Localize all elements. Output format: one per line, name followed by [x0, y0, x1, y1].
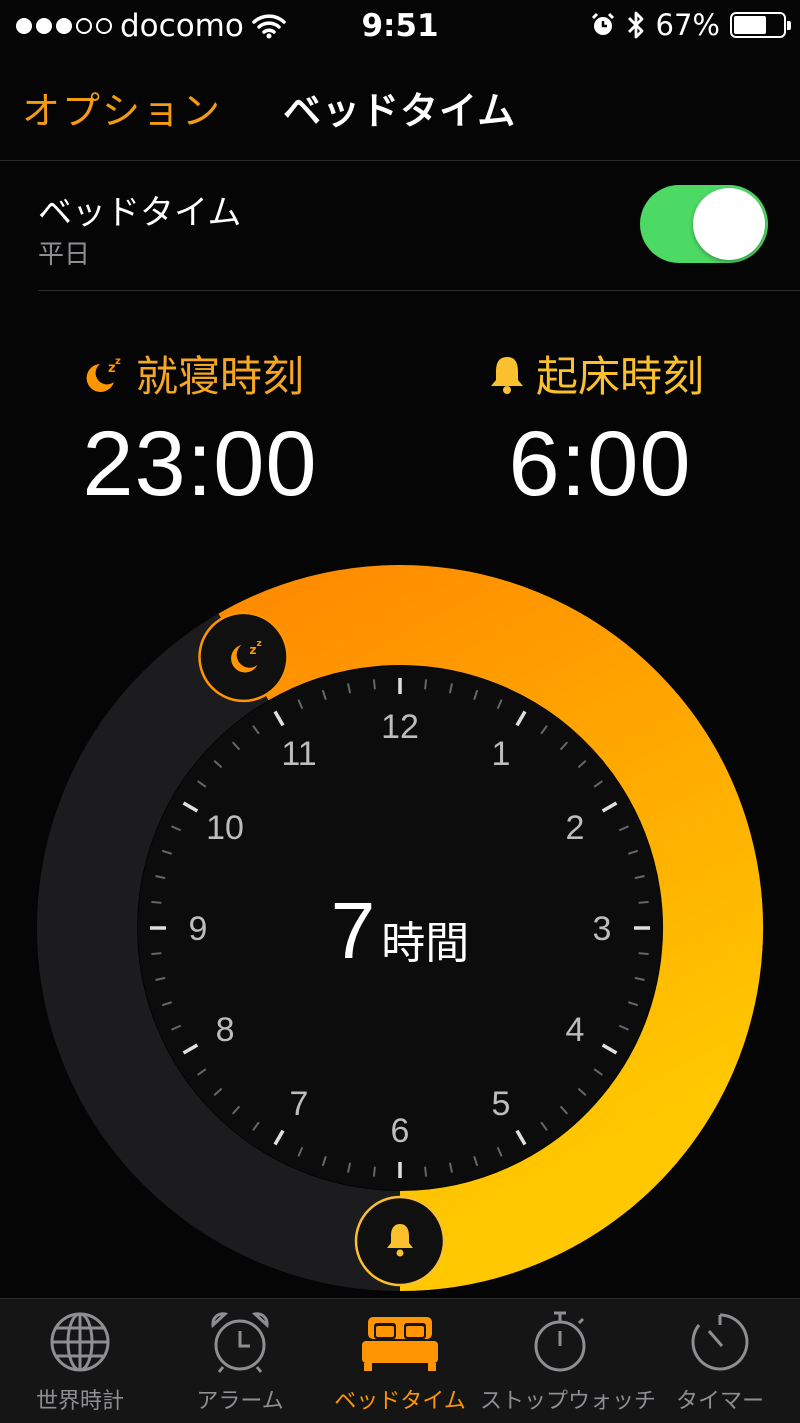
clock-number: 1: [492, 735, 511, 773]
battery-percent: 67%: [655, 8, 720, 42]
alarm-clock-icon: [211, 1312, 269, 1373]
clock-number: 4: [565, 1011, 584, 1049]
wake-handle[interactable]: [354, 1195, 446, 1287]
bedtime-value: 23:00: [82, 413, 318, 515]
bedtime-header[interactable]: z z 就寝時刻: [80, 343, 304, 404]
clock-tick-minor: [638, 952, 649, 956]
clock-number: 12: [381, 708, 419, 746]
clock-tick-minor: [151, 900, 162, 904]
timer-icon: [691, 1313, 749, 1371]
clock-number: 11: [281, 735, 316, 773]
clock-tick-minor: [372, 1166, 376, 1177]
bedtime-row-title: ベッドタイム: [38, 193, 242, 233]
globe-icon: [50, 1312, 110, 1372]
row-divider: [38, 290, 800, 291]
tab-bedtime[interactable]: ベッドタイム: [320, 1309, 480, 1415]
tab-timer[interactable]: タイマー: [640, 1309, 800, 1415]
stopwatch-icon: [534, 1311, 586, 1372]
tab-stopwatch[interactable]: ストップウォッチ: [480, 1309, 657, 1415]
clock-number: 10: [206, 809, 244, 847]
bedtime-handle[interactable]: z z: [198, 611, 289, 703]
clock-tick-minor: [424, 679, 428, 690]
duration-value: 7: [331, 886, 376, 975]
nav-divider: [0, 160, 800, 161]
clock-tick-minor: [424, 1166, 428, 1177]
tab-label: ベッドタイム: [334, 1389, 466, 1414]
clock-number: 9: [189, 910, 208, 948]
tab-alarm[interactable]: アラーム: [160, 1309, 320, 1415]
bell-icon: [491, 356, 523, 394]
tab-label: 世界時計: [35, 1389, 124, 1414]
clock-number: 8: [216, 1011, 235, 1049]
clock-tick-minor: [372, 679, 376, 690]
clock-number: 2: [565, 809, 584, 847]
bed-icon: [362, 1317, 438, 1371]
wake-value: 6:00: [508, 413, 692, 515]
bedtime-label: 就寝時刻: [136, 352, 305, 401]
bedtime-toggle[interactable]: [640, 185, 768, 263]
svg-text:z: z: [115, 356, 121, 367]
alarm-clock-icon: [591, 12, 614, 35]
tab-label: ストップウォッチ: [480, 1389, 657, 1414]
wake-header[interactable]: 起床時刻: [486, 343, 704, 404]
options-button[interactable]: オプション: [22, 80, 222, 135]
clock-tick-minor: [151, 952, 162, 956]
clock-number: 6: [391, 1112, 410, 1150]
clock-number: 5: [492, 1085, 511, 1123]
svg-text:z: z: [257, 639, 262, 649]
wake-label: 起床時刻: [536, 352, 705, 401]
clock-number: 3: [593, 910, 612, 948]
svg-text:z: z: [250, 643, 257, 657]
status-right: 67%: [590, 8, 791, 42]
tab-label: タイマー: [675, 1389, 764, 1414]
toggle-knob: [693, 188, 765, 260]
status-bar: docomo 9:51 67%: [0, 0, 800, 54]
tab-world-clock[interactable]: 世界時計: [0, 1309, 160, 1415]
tab-label: アラーム: [196, 1389, 284, 1414]
duration-unit: 時間: [381, 918, 469, 969]
page-title: ベッドタイム: [283, 89, 517, 133]
clock-tick-minor: [638, 900, 649, 904]
bedtime-row-subtitle: 平日: [38, 240, 91, 270]
battery-icon: [730, 12, 791, 38]
bluetooth-icon: [627, 11, 643, 39]
tab-bar: 世界時計 アラーム ベッドタイム ストップウォッチ タイマー: [0, 1298, 800, 1423]
sleep-dial[interactable]: 121234567891011 7 時間 z z: [0, 540, 800, 1300]
clock-number: 7: [290, 1085, 309, 1123]
moon-sleep-icon: z z: [86, 356, 121, 392]
